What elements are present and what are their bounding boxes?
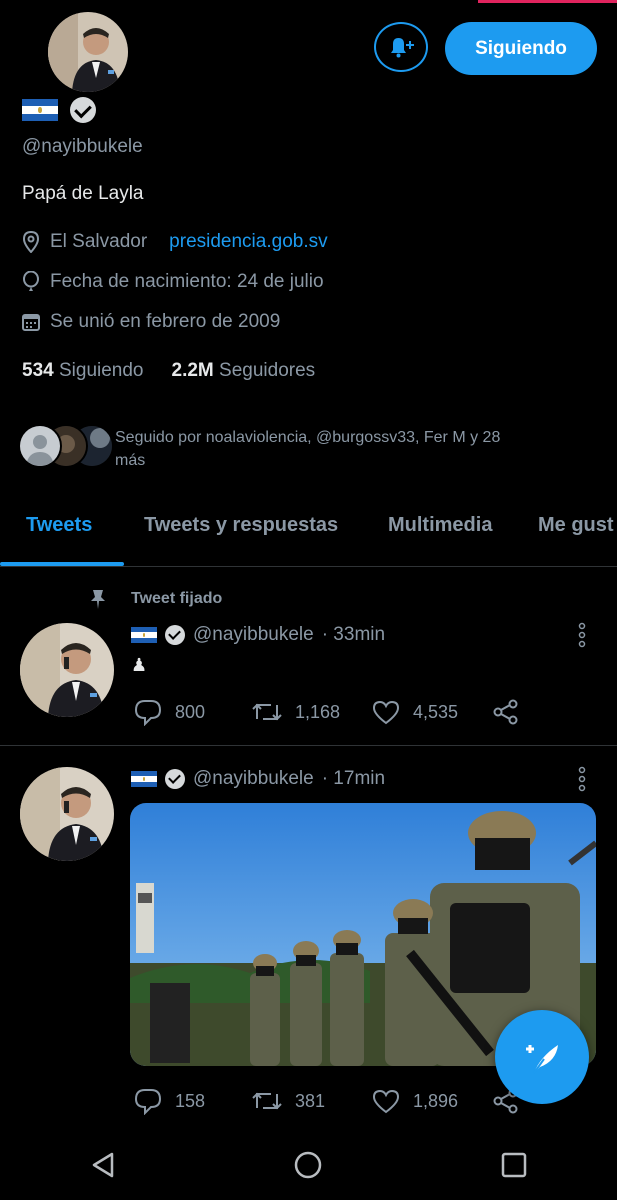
like-count: 4,535 (413, 701, 459, 722)
share-icon (493, 699, 518, 725)
share-action[interactable] (492, 698, 520, 726)
profile-handle: @nayibbukele (22, 136, 143, 157)
reply-count: 800 (175, 701, 206, 722)
system-navigation-bar (0, 1130, 617, 1200)
follower-avatar-default (18, 424, 62, 468)
following-count: 534 (22, 360, 54, 381)
followed-by-line: más (115, 452, 146, 469)
balloon-icon (23, 271, 39, 291)
tweet-more-icon[interactable] (575, 766, 589, 797)
followed-by-avatars[interactable] (18, 424, 114, 468)
tab-likes[interactable]: Me gust (538, 514, 614, 537)
reply-action[interactable]: 158 (133, 1087, 251, 1115)
profile-joined-row: Se unió en febrero de 2009 (22, 311, 280, 333)
el-salvador-flag-icon (22, 99, 58, 121)
tweet-text: ♟ (131, 655, 148, 675)
profile-avatar[interactable] (48, 12, 128, 92)
compose-feather-icon (526, 1045, 558, 1074)
retweet-count: 381 (295, 1090, 326, 1111)
top-accent-line (478, 0, 617, 3)
pin-icon (86, 587, 110, 616)
like-action[interactable]: 4,535 (371, 699, 492, 725)
profile-tabs: Tweets Tweets y respuestas Multimedia Me… (0, 500, 617, 567)
reply-action[interactable]: 800 (133, 698, 251, 726)
tweet-header: @nayibbukele · 33min (131, 624, 385, 646)
verified-badge-icon (70, 97, 96, 123)
display-name (22, 97, 96, 123)
retweet-count: 1,168 (295, 701, 341, 722)
heart-icon (372, 700, 400, 725)
profile-location-row: El Salvador presidencia.gob.sv (22, 231, 328, 253)
recents-icon[interactable] (499, 1150, 529, 1180)
follow-stats: 534 Siguiendo 2.2M Seguidores (22, 360, 315, 382)
bell-plus-icon (391, 38, 414, 58)
followers-label: Seguidores (219, 360, 316, 381)
tab-tweets[interactable]: Tweets (26, 514, 92, 537)
like-count: 1,896 (413, 1090, 459, 1111)
followed-by-line: Seguido por noalaviolencia, @burgossv33,… (115, 429, 501, 446)
tweet-time: · 33min (321, 624, 386, 645)
followers-stat[interactable]: 2.2M Seguidores (172, 360, 316, 382)
following-button[interactable]: Siguiendo (445, 22, 597, 75)
reply-icon (134, 700, 162, 726)
following-label: Siguiendo (58, 360, 144, 381)
followers-count: 2.2M (171, 360, 214, 381)
location-pin-icon (22, 231, 40, 253)
tweet-author-avatar[interactable] (20, 767, 114, 861)
verified-badge-icon (165, 625, 185, 645)
tab-media[interactable]: Multimedia (388, 514, 492, 537)
pinned-tweet-label: Tweet fijado (131, 590, 223, 607)
profile-joined: Se unió en febrero de 2009 (50, 311, 281, 332)
calendar-icon (22, 314, 40, 331)
tweet-actions: 800 1,168 4,535 (133, 698, 520, 726)
reply-count: 158 (175, 1090, 206, 1111)
like-action[interactable]: 1,896 (371, 1088, 492, 1114)
tweet-time: · 17min (321, 768, 386, 789)
profile-birthday: Fecha de nacimiento: 24 de julio (50, 271, 324, 292)
retweet-icon (252, 1092, 282, 1110)
profile-bio: Papá de Layla (22, 183, 144, 204)
tweet-author-avatar[interactable] (20, 623, 114, 717)
active-tab-indicator (0, 562, 124, 566)
compose-tweet-button[interactable] (495, 1010, 589, 1104)
tweet-divider (0, 745, 617, 746)
retweet-action[interactable]: 381 (251, 1088, 371, 1114)
home-icon[interactable] (293, 1150, 323, 1180)
tweet-header: @nayibbukele · 17min (131, 768, 385, 790)
verified-badge-icon (165, 769, 185, 789)
profile-location: El Salvador (50, 231, 148, 252)
followed-by-text[interactable]: Seguido por noalaviolencia, @burgossv33,… (115, 426, 595, 472)
tab-tweets-and-replies[interactable]: Tweets y respuestas (144, 514, 338, 537)
heart-icon (372, 1089, 400, 1114)
el-salvador-flag-icon (131, 771, 157, 787)
profile-birthday-row: Fecha de nacimiento: 24 de julio (22, 271, 324, 293)
retweet-action[interactable]: 1,168 (251, 699, 371, 725)
following-stat[interactable]: 534 Siguiendo (22, 360, 144, 382)
tweet-handle[interactable]: @nayibbukele (193, 624, 314, 646)
profile-website-link[interactable]: presidencia.gob.sv (169, 231, 327, 253)
el-salvador-flag-icon (131, 627, 157, 643)
tweet-handle[interactable]: @nayibbukele (193, 768, 314, 790)
tweet-actions: 158 381 1,896 (133, 1087, 520, 1115)
reply-icon (134, 1089, 162, 1115)
notifications-bell-button[interactable] (374, 22, 428, 72)
tweet-more-icon[interactable] (575, 622, 589, 653)
back-icon[interactable] (88, 1150, 118, 1180)
retweet-icon (252, 703, 282, 721)
